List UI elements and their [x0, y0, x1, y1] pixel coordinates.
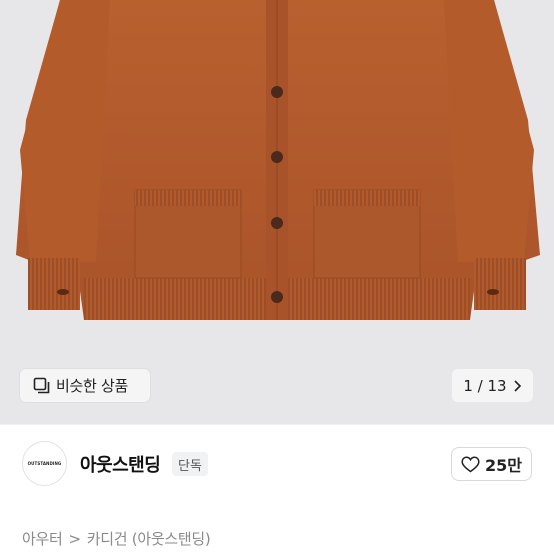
product-image[interactable] — [0, 0, 554, 424]
seller-row: OUTSTANDING 아웃스탠딩 단독 25만 — [0, 437, 554, 495]
image-pager[interactable]: 1 / 13 — [452, 369, 533, 402]
left-sleeve — [20, 0, 110, 262]
seller-logo-text: OUTSTANDING — [27, 461, 62, 466]
exclusive-badge: 단독 — [172, 452, 208, 476]
similar-products-button[interactable]: 비슷한 상품 — [20, 369, 150, 402]
breadcrumb-separator: > — [68, 529, 82, 548]
breadcrumb-item-outer[interactable]: 아우터 — [22, 528, 63, 549]
product-image-gallery[interactable]: 비슷한 상품 1 / 13 — [0, 0, 554, 424]
like-count: 25만 — [485, 456, 522, 475]
similar-products-label: 비슷한 상품 — [56, 377, 128, 395]
breadcrumb-item-cardigan[interactable]: 카디건 (아웃스탠딩) — [87, 528, 211, 549]
heart-icon — [461, 456, 480, 472]
right-sleeve — [444, 0, 534, 262]
pager-text: 1 / 13 — [463, 376, 507, 395]
section-divider — [0, 424, 554, 425]
seller-logo[interactable]: OUTSTANDING — [22, 441, 67, 486]
similar-products-icon — [33, 377, 50, 394]
like-button[interactable]: 25만 — [451, 447, 532, 481]
breadcrumb: 아우터 > 카디건 (아웃스탠딩) — [22, 528, 211, 549]
seller-name[interactable]: 아웃스탠딩 — [80, 451, 161, 477]
chevron-right-icon — [514, 379, 521, 392]
